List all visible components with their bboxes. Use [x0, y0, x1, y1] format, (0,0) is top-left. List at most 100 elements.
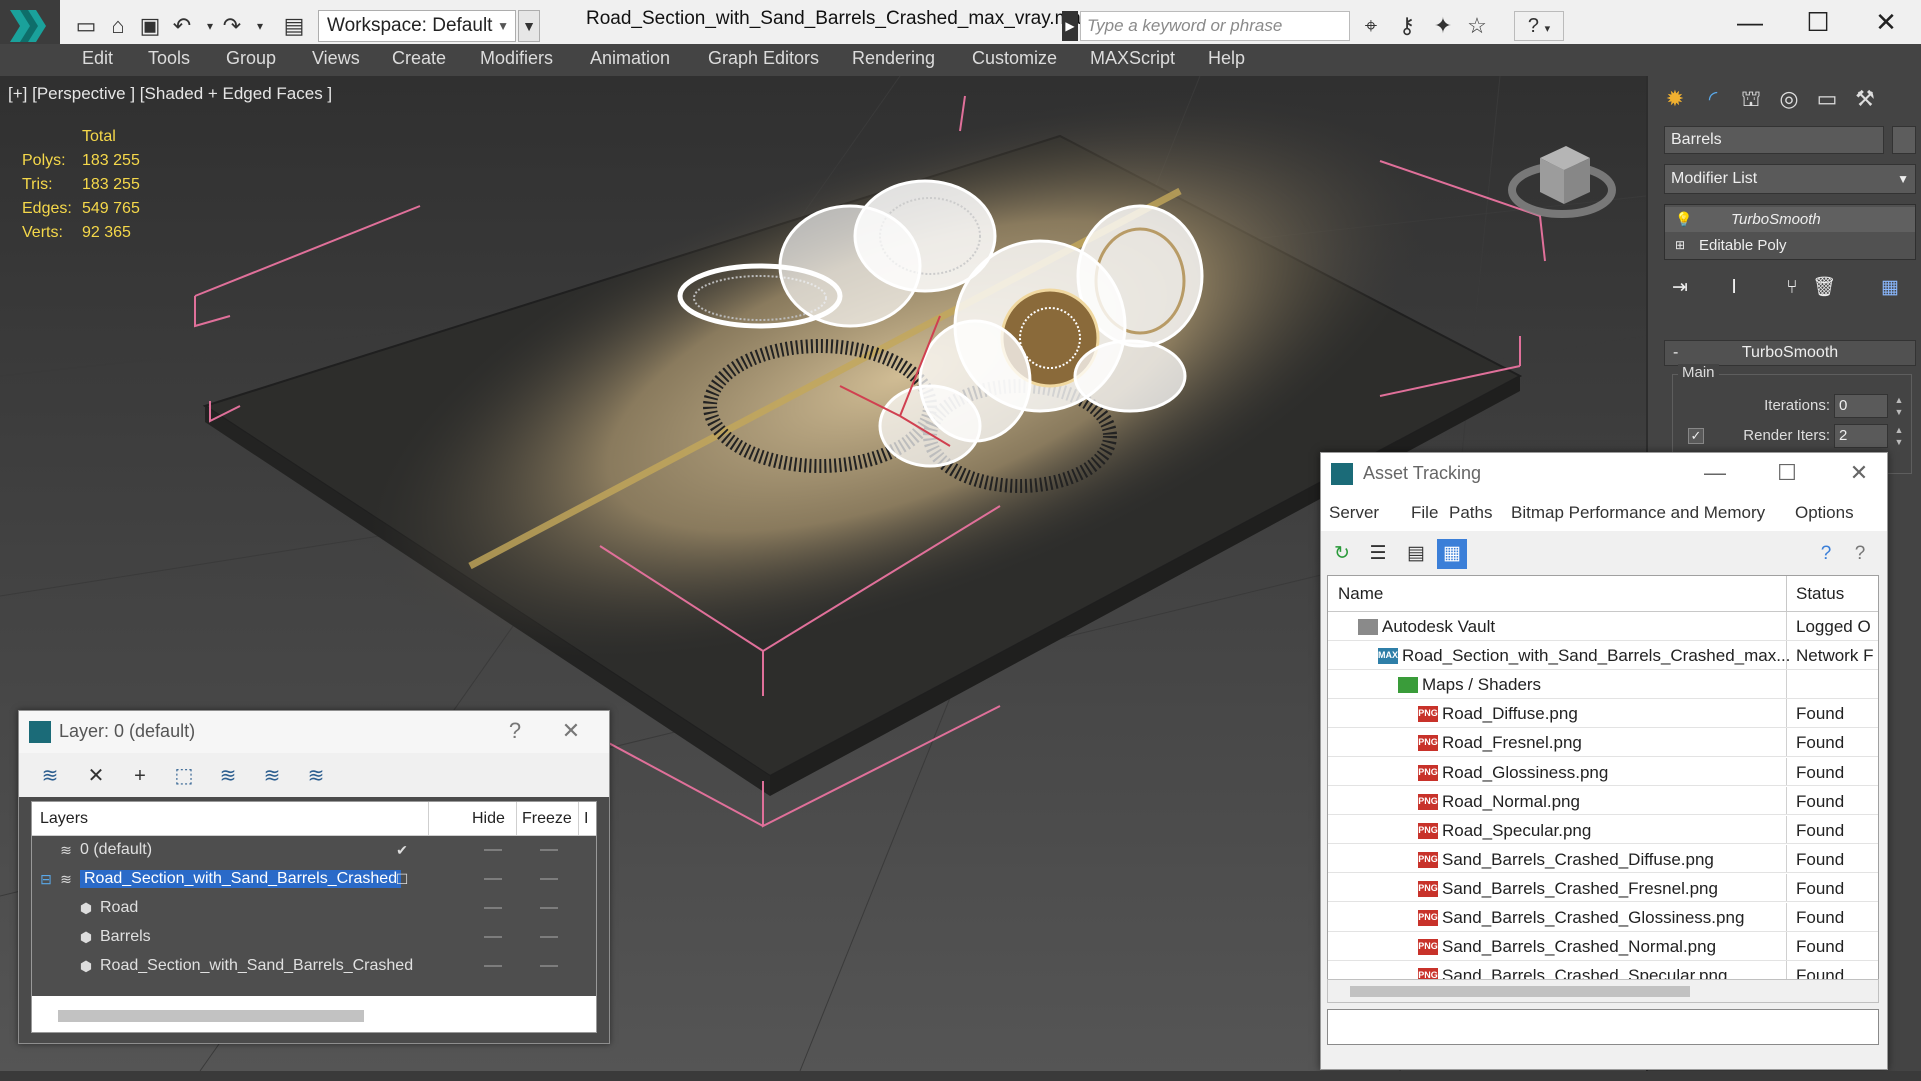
maximize-icon[interactable]: ☐ — [1759, 457, 1815, 489]
menu-animation[interactable]: Animation — [590, 48, 670, 69]
lightbulb-icon[interactable]: 💡 — [1675, 207, 1692, 232]
close-icon[interactable]: ✕ — [1856, 4, 1916, 40]
asset-row[interactable]: Maps / Shaders — [1328, 670, 1878, 699]
asset-row[interactable]: MAX Road_Section_with_Sand_Barrels_Crashe… — [1328, 641, 1878, 670]
freeze-toggle[interactable] — [540, 849, 558, 851]
name-column-header[interactable]: Name — [1338, 584, 1383, 604]
status-column-header[interactable]: Status — [1796, 584, 1844, 604]
menu-maxscript[interactable]: MAXScript — [1090, 48, 1175, 69]
search-expand-icon[interactable]: ▶ — [1062, 11, 1078, 41]
current-layer-check-icon[interactable]: ✔ — [394, 842, 410, 858]
redo-icon[interactable]: ↷ — [218, 12, 246, 40]
freeze-toggle[interactable] — [540, 965, 558, 967]
hide-toggle[interactable] — [484, 849, 502, 851]
undo-icon[interactable]: ↶ — [168, 12, 196, 40]
asset-row[interactable]: Autodesk Vault Logged O — [1328, 612, 1878, 641]
layer-row[interactable]: ⊟ ≋ Road_Section_with_Sand_Barrels_Crashed… — [32, 865, 596, 894]
asset-row[interactable]: PNG Sand_Barrels_Crashed_Normal.png Found — [1328, 932, 1878, 961]
table-view-icon[interactable]: ▦ — [1437, 539, 1467, 569]
new-file-icon[interactable]: ▭ — [72, 12, 100, 40]
workspace-menu-button[interactable]: ▼ — [518, 10, 540, 42]
viewport-label[interactable]: [+] [Perspective ] [Shaded + Edged Faces… — [8, 84, 332, 104]
layer-row[interactable]: ⬢ Road_Section_with_Sand_Barrels_Crashed — [32, 952, 596, 981]
hide-toggle[interactable] — [484, 907, 502, 909]
pin-stack-icon[interactable]: ⇥ — [1666, 274, 1694, 302]
asset-row[interactable]: PNG Sand_Barrels_Crashed_Glossiness.png Fo… — [1328, 903, 1878, 932]
hide-toggle[interactable] — [484, 878, 502, 880]
minimize-icon[interactable]: — — [1720, 4, 1780, 40]
configure-modifier-sets-icon[interactable]: ▦ — [1876, 274, 1904, 302]
list-view-icon[interactable]: ☰ — [1363, 539, 1393, 569]
iterations-spinner[interactable]: 0 — [1834, 394, 1888, 418]
stack-item-turbosmooth[interactable]: 💡 TurboSmooth — [1665, 207, 1915, 232]
spinner-arrows-icon[interactable]: ▲ ▼ — [1892, 394, 1906, 418]
freeze-column-header[interactable]: Freeze — [522, 810, 572, 828]
highlight-selected-icon[interactable]: ≋ — [213, 761, 243, 791]
freeze-all-layers-icon[interactable]: ≋ — [301, 761, 331, 791]
render-iters-checkbox[interactable]: ✓ — [1688, 428, 1704, 444]
menu-modifiers[interactable]: Modifiers — [480, 48, 553, 69]
freeze-toggle[interactable] — [540, 936, 558, 938]
project-folder-icon[interactable]: ▤ — [280, 12, 308, 40]
render-iters-spinner[interactable]: 2 — [1834, 424, 1888, 448]
viewcube[interactable] — [1500, 118, 1620, 228]
menu-tools[interactable]: Tools — [148, 48, 190, 69]
layer-horizontal-scrollbar[interactable] — [32, 996, 596, 1032]
asset-row[interactable]: PNG Road_Normal.png Found — [1328, 786, 1878, 816]
utilities-tab-icon[interactable]: ⚒ — [1848, 82, 1882, 116]
object-color-swatch[interactable] — [1892, 126, 1916, 154]
stack-item-editable-poly[interactable]: ⊞ Editable Poly — [1665, 233, 1915, 258]
asset-row[interactable]: PNG Road_Diffuse.png Found — [1328, 699, 1878, 728]
spinner-arrows-icon[interactable]: ▲ ▼ — [1892, 424, 1906, 448]
layers-column-header[interactable]: Layers — [40, 810, 88, 828]
asset-row[interactable]: PNG Road_Specular.png Found — [1328, 815, 1878, 845]
turbosmooth-rollout-header[interactable]: - TurboSmooth — [1664, 340, 1916, 366]
redo-dropdown-icon[interactable]: ▾ — [246, 12, 274, 40]
refresh-icon[interactable]: ↻ — [1327, 539, 1357, 569]
menu-group[interactable]: Group — [226, 48, 276, 69]
layer-window-titlebar[interactable]: Layer: 0 (default) ? ✕ — [19, 711, 609, 753]
close-icon[interactable]: ✕ — [549, 715, 593, 747]
asset-horizontal-scrollbar[interactable] — [1327, 979, 1879, 1003]
minimize-icon[interactable]: — — [1687, 457, 1743, 489]
workspace-dropdown[interactable]: Workspace: Default ▼ — [318, 10, 516, 42]
hide-column-header[interactable]: Hide — [472, 810, 505, 828]
communication-center-icon[interactable]: ✦ — [1428, 12, 1458, 40]
asset-row[interactable]: PNG Road_Fresnel.png Found — [1328, 728, 1878, 757]
thumbnail-view-icon[interactable]: ▤ — [1401, 539, 1431, 569]
asset-row[interactable]: PNG Road_Glossiness.png Found — [1328, 757, 1878, 786]
menu-help[interactable]: Help — [1208, 48, 1245, 69]
menu-file[interactable]: File — [1411, 503, 1438, 523]
delete-layer-icon[interactable]: ✕ — [81, 761, 111, 791]
menu-paths[interactable]: Paths — [1449, 503, 1492, 523]
menu-options[interactable]: Options — [1795, 503, 1854, 523]
help-context-icon[interactable]: ? — [1845, 539, 1875, 569]
menu-edit[interactable]: Edit — [82, 48, 113, 69]
favorites-star-icon[interactable]: ☆ — [1462, 12, 1492, 40]
make-unique-icon[interactable]: ⑂ — [1778, 274, 1806, 302]
maximize-icon[interactable]: ☐ — [1788, 4, 1848, 40]
menu-bitmap-performance[interactable]: Bitmap Performance and Memory — [1511, 503, 1765, 523]
asset-row[interactable]: PNG Sand_Barrels_Crashed_Fresnel.png Found — [1328, 873, 1878, 903]
hide-toggle[interactable] — [484, 965, 502, 967]
freeze-toggle[interactable] — [540, 878, 558, 880]
select-in-layer-icon[interactable]: ⬚ — [169, 761, 199, 791]
asset-tracking-titlebar[interactable]: Asset Tracking — ☐ ✕ — [1321, 453, 1887, 495]
save-file-icon[interactable]: ▣ — [136, 12, 164, 40]
help-icon[interactable]: ? — [493, 715, 537, 747]
menu-graph-editors[interactable]: Graph Editors — [708, 48, 819, 69]
search-input[interactable]: Type a keyword or phrase — [1080, 11, 1350, 41]
set-current-layer-icon[interactable]: ☐ — [394, 871, 410, 887]
close-icon[interactable]: ✕ — [1831, 457, 1887, 489]
more-column-header[interactable]: I — [584, 810, 588, 828]
key-icon[interactable]: ⚷ — [1392, 12, 1422, 40]
create-layer-icon[interactable]: ≋ — [35, 761, 65, 791]
open-file-icon[interactable]: ⌂ — [104, 12, 132, 40]
show-end-result-icon[interactable]: Ⅰ — [1720, 274, 1748, 302]
create-tab-icon[interactable]: ✹ — [1658, 82, 1692, 116]
remove-modifier-icon[interactable]: 🗑 — [1810, 274, 1838, 302]
expand-plus-icon[interactable]: ⊞ — [1675, 233, 1685, 258]
hide-toggle[interactable] — [484, 936, 502, 938]
object-name-field[interactable]: Barrels — [1664, 126, 1884, 154]
asset-row[interactable]: PNG Sand_Barrels_Crashed_Diffuse.png Found — [1328, 844, 1878, 874]
